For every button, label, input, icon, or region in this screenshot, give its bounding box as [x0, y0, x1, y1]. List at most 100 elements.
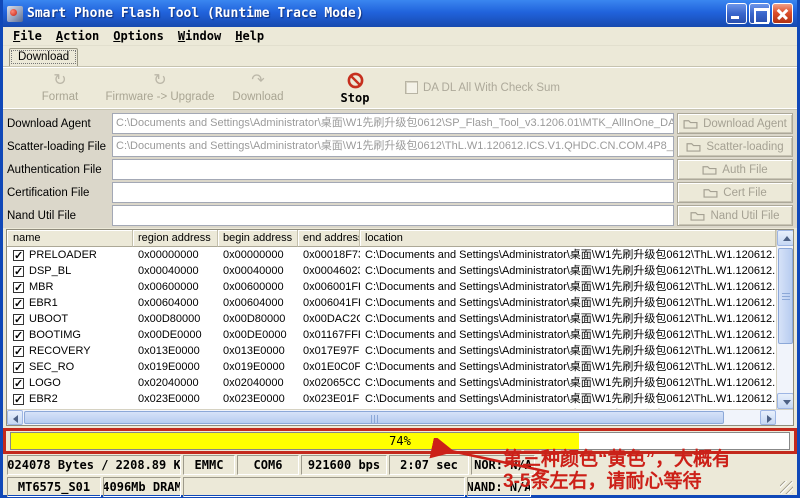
begin-address: 0x019E0000 [218, 359, 298, 375]
partition-name: MBR [29, 279, 53, 295]
row-checkbox[interactable] [13, 394, 24, 405]
cert-file-browse-button[interactable]: Cert File [677, 182, 793, 203]
menu-file[interactable]: File [6, 28, 49, 44]
vertical-scrollbar[interactable] [776, 230, 793, 409]
column-header-end[interactable]: end address [298, 230, 360, 247]
table-row[interactable]: DSP_BL 0x00040000 0x00040000 0x00046023 … [7, 263, 776, 279]
partition-name: DSP_BL [29, 263, 71, 279]
nand-util-browse-button[interactable]: Nand Util File [677, 205, 793, 226]
table-row[interactable]: UBOOT 0x00D80000 0x00D80000 0x00DAC2CF C… [7, 311, 776, 327]
tab-download[interactable]: Download [9, 48, 78, 66]
certification-file-label: Certification File [7, 182, 109, 203]
download-agent-input[interactable]: C:\Documents and Settings\Administrator\… [112, 113, 674, 134]
download-agent-browse-button[interactable]: Download Agent [677, 113, 793, 134]
row-checkbox[interactable] [13, 250, 24, 261]
scatter-loading-input[interactable]: C:\Documents and Settings\Administrator\… [112, 136, 674, 157]
stop-button[interactable]: Stop [325, 72, 385, 105]
menu-help[interactable]: Help [228, 28, 271, 44]
begin-address: 0x00040000 [218, 263, 298, 279]
format-button[interactable]: ↻ Format [20, 72, 100, 103]
scroll-left-icon[interactable] [7, 410, 23, 425]
end-address: 0x006001FF [298, 279, 360, 295]
progress-bar: 74% [10, 432, 790, 450]
column-header-location[interactable]: location [360, 230, 776, 247]
scatter-loading-browse-button[interactable]: Scatter-loading [677, 136, 793, 157]
menu-action[interactable]: Action [49, 28, 106, 44]
table-row[interactable]: EBR1 0x00604000 0x00604000 0x006041FF C:… [7, 295, 776, 311]
menu-options[interactable]: Options [106, 28, 171, 44]
minimize-button[interactable] [726, 3, 747, 24]
partition-name: BOOTIMG [29, 327, 81, 343]
row-checkbox[interactable] [13, 298, 24, 309]
row-checkbox[interactable] [13, 346, 24, 357]
row-checkbox[interactable] [13, 378, 24, 389]
status-baudrate: 921600 bps [301, 455, 387, 475]
authentication-file-label: Authentication File [7, 159, 109, 180]
scroll-down-icon[interactable] [777, 393, 794, 409]
row-checkbox[interactable] [13, 266, 24, 277]
vertical-scroll-thumb[interactable] [778, 248, 793, 344]
table-row[interactable]: RECOVERY 0x013E0000 0x013E0000 0x017E97F… [7, 343, 776, 359]
table-row[interactable]: BOOTIMG 0x00DE0000 0x00DE0000 0x01167FFF… [7, 327, 776, 343]
scroll-right-icon[interactable] [760, 410, 776, 425]
status-chip: MT6575_S01 [7, 477, 101, 497]
nand-util-file-label: Nand Util File [7, 205, 109, 226]
row-checkbox[interactable] [13, 314, 24, 325]
firmware-upgrade-refresh-icon: ↻ [95, 72, 225, 90]
certification-file-input[interactable] [112, 182, 674, 203]
end-address: 0x00DAC2CF [298, 311, 360, 327]
begin-address: 0x00DE0000 [218, 327, 298, 343]
close-button[interactable] [772, 3, 793, 24]
folder-icon [683, 118, 698, 129]
row-location: C:\Documents and Settings\Administrator\… [360, 247, 776, 263]
row-location: C:\Documents and Settings\Administrator\… [360, 295, 776, 311]
titlebar: Smart Phone Flash Tool (Runtime Trace Mo… [3, 0, 797, 27]
folder-icon [703, 187, 718, 198]
end-address: 0x023E01FF [298, 391, 360, 407]
column-header-region[interactable]: region address [133, 230, 218, 247]
download-button[interactable]: ↷ Download [218, 72, 298, 103]
row-location: C:\Documents and Settings\Administrator\… [360, 311, 776, 327]
partition-name: RECOVERY [29, 343, 91, 359]
row-checkbox[interactable] [13, 330, 24, 341]
authentication-file-input[interactable] [112, 159, 674, 180]
region-address: 0x023E0000 [133, 391, 218, 407]
status-bytes: 242024078 Bytes / 2208.89 KBps [7, 455, 181, 475]
end-address: 0x006041FF [298, 295, 360, 311]
begin-address: 0x00600000 [218, 279, 298, 295]
table-row[interactable]: LOGO 0x02040000 0x02040000 0x02065CC9 C:… [7, 375, 776, 391]
nand-util-file-input[interactable] [112, 205, 674, 226]
table-row[interactable]: MBR 0x00600000 0x00600000 0x006001FF C:\… [7, 279, 776, 295]
row-checkbox[interactable] [13, 282, 24, 293]
partition-name: EBR1 [29, 295, 58, 311]
firmware-upgrade-button[interactable]: ↻ Firmware -> Upgrade [95, 72, 225, 103]
horizontal-scrollbar[interactable] [7, 409, 793, 425]
row-location: C:\Documents and Settings\Administrator\… [360, 327, 776, 343]
menu-window[interactable]: Window [171, 28, 228, 44]
region-address: 0x00000000 [133, 247, 218, 263]
row-checkbox[interactable] [13, 362, 24, 373]
row-location: C:\Documents and Settings\Administrator\… [360, 343, 776, 359]
partition-table: name region address begin address end ad… [6, 229, 794, 426]
region-address: 0x00DE0000 [133, 327, 218, 343]
table-row[interactable]: SEC_RO 0x019E0000 0x019E0000 0x01E0C0F3 … [7, 359, 776, 375]
end-address: 0x01E0C0F3 [298, 359, 360, 375]
da-dl-checksum-checkbox[interactable]: DA DL All With Check Sum [405, 81, 560, 94]
table-row[interactable]: EBR2 0x023E0000 0x023E0000 0x023E01FF C:… [7, 391, 776, 407]
scroll-up-icon[interactable] [777, 230, 794, 246]
begin-address: 0x023E0000 [218, 391, 298, 407]
download-arrow-icon: ↷ [218, 72, 298, 90]
partition-name: EBR2 [29, 391, 58, 407]
status-port: COM6 [237, 455, 299, 475]
row-location: C:\Documents and Settings\Administrator\… [360, 391, 776, 407]
row-location: C:\Documents and Settings\Administrator\… [360, 279, 776, 295]
column-header-name[interactable]: name [7, 230, 133, 247]
stop-prohibition-icon [325, 72, 385, 90]
maximize-button[interactable] [749, 3, 770, 24]
region-address: 0x00D80000 [133, 311, 218, 327]
column-header-begin[interactable]: begin address [218, 230, 298, 247]
auth-file-browse-button[interactable]: Auth File [677, 159, 793, 180]
horizontal-scroll-thumb[interactable] [24, 411, 724, 424]
table-row[interactable]: PRELOADER 0x00000000 0x00000000 0x00018F… [7, 247, 776, 263]
file-fields-panel: Download Agent C:\Documents and Settings… [3, 110, 797, 228]
